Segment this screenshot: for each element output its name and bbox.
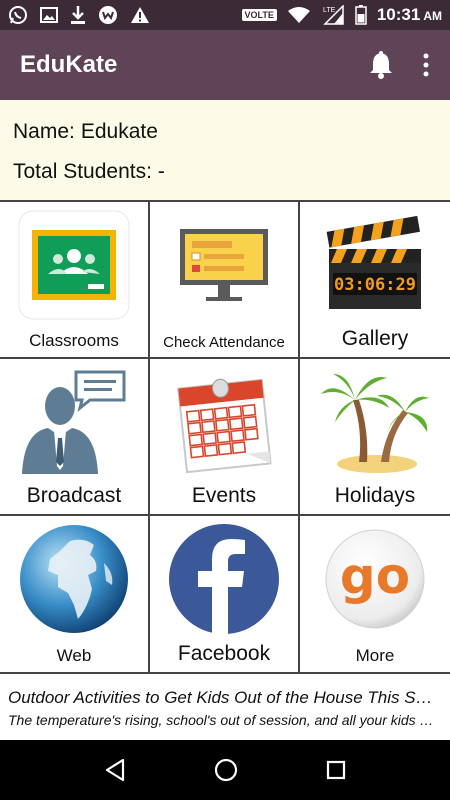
tile-check-attendance[interactable]: Check Attendance: [150, 202, 300, 359]
image-icon: [40, 7, 58, 23]
clock: 10:31 AM: [377, 5, 442, 25]
status-bar: VOLTE LTE 10:31 AM: [0, 0, 450, 30]
tile-label: More: [355, 646, 395, 665]
news-body: The temperature's rising, school's out o…: [8, 712, 442, 728]
google-classroom-icon: [18, 210, 130, 320]
tile-events[interactable]: Events: [150, 359, 300, 516]
speaker-person-icon: [22, 370, 126, 474]
tile-label: Facebook: [177, 642, 271, 665]
news-title: Outdoor Activities to Get Kids Out of th…: [8, 688, 442, 707]
tile-more[interactable]: go More: [300, 516, 450, 674]
download-icon: [71, 6, 85, 24]
tile-broadcast[interactable]: Broadcast: [0, 359, 150, 516]
news-ticker[interactable]: Outdoor Activities to Get Kids Out of th…: [0, 674, 450, 740]
palm-trees-icon: [321, 374, 429, 473]
go-icon: go: [325, 529, 425, 629]
tile-label: Check Attendance: [163, 334, 285, 351]
go-logo-text: go: [340, 547, 410, 605]
signal-icon: LTE: [323, 5, 344, 25]
tile-facebook[interactable]: Facebook: [150, 516, 300, 674]
tile-label: Broadcast: [26, 484, 122, 507]
students-label: Total Students:: [13, 160, 152, 183]
tile-classrooms[interactable]: Classrooms: [0, 202, 150, 359]
clapper-timer: 03:06:29: [334, 275, 416, 295]
warning-icon: [131, 7, 149, 23]
wechat-icon: [99, 6, 117, 24]
name-row: Name: Edukate: [13, 120, 437, 160]
students-row: Total Students: -: [13, 160, 437, 200]
tile-gallery[interactable]: 03:06:29 Gallery: [300, 202, 450, 359]
wifi-icon: [287, 7, 310, 23]
calendar-icon: [177, 378, 272, 474]
menu-grid: Classrooms Check Attendance 03:06:29 Gal…: [0, 202, 450, 674]
tile-label: Gallery: [341, 327, 409, 350]
system-nav-bar: [0, 740, 450, 800]
clock-time: 10:31: [376, 5, 421, 24]
tile-label: Classrooms: [29, 331, 119, 350]
lte-label: LTE: [323, 7, 336, 14]
tile-label: Web: [56, 646, 92, 665]
tile-holidays[interactable]: Holidays: [300, 359, 450, 516]
volte-badge: VOLTE: [241, 9, 277, 21]
app-bar: EduKate: [0, 30, 450, 100]
bell-icon[interactable]: [368, 51, 394, 79]
school-info-panel: Name: Edukate Total Students: -: [0, 100, 450, 202]
recents-icon[interactable]: [326, 760, 346, 780]
home-icon[interactable]: [214, 758, 238, 782]
clapperboard-icon: 03:06:29: [326, 215, 421, 309]
tile-web[interactable]: Web: [0, 516, 150, 674]
overflow-menu-icon[interactable]: [422, 53, 430, 77]
whatsapp-icon: [9, 6, 27, 24]
globe-icon: [20, 525, 128, 633]
tile-label: Holidays: [334, 484, 416, 507]
attendance-monitor-icon: [180, 229, 268, 301]
back-icon[interactable]: [104, 758, 126, 782]
facebook-icon: [169, 524, 279, 635]
battery-icon: [355, 5, 367, 25]
clock-ampm: AM: [423, 9, 442, 23]
name-label: Name:: [13, 120, 75, 143]
app-title: EduKate: [20, 51, 118, 78]
tile-label: Events: [191, 484, 257, 507]
students-value: -: [157, 160, 165, 183]
name-value: Edukate: [80, 120, 158, 143]
